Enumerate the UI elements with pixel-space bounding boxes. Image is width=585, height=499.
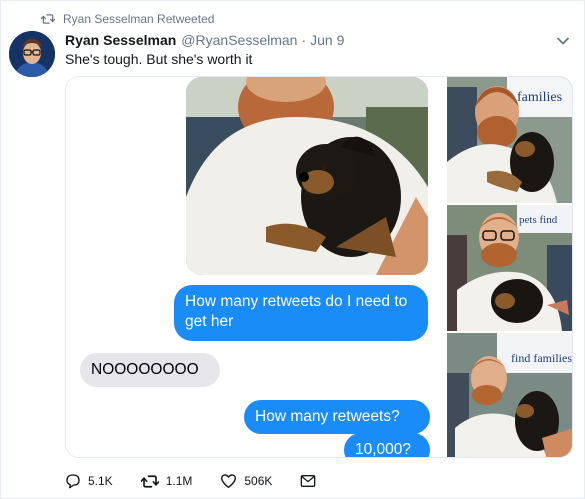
heart-icon bbox=[221, 474, 237, 489]
tweet-date[interactable]: Jun 9 bbox=[310, 32, 344, 48]
chat-bubble-received: NOOOOOOOO bbox=[80, 353, 220, 387]
puppy-photo bbox=[186, 77, 428, 275]
retweet-button[interactable]: 1.1M bbox=[140, 474, 193, 489]
retweet-icon bbox=[41, 14, 55, 24]
envelope-icon bbox=[301, 475, 316, 487]
photo-thumbnails: families pets find find families bbox=[447, 77, 572, 457]
store-sign-text: families bbox=[517, 90, 562, 105]
thumbnail-photo[interactable]: families bbox=[447, 77, 572, 203]
avatar[interactable] bbox=[9, 31, 55, 77]
avatar-image bbox=[9, 31, 55, 77]
imessage-screenshot[interactable]: How many retweets do I need to get her N… bbox=[66, 77, 444, 457]
like-button[interactable]: 506K bbox=[220, 473, 272, 489]
chat-bubble-sent: How many retweets do I need to get her bbox=[174, 285, 428, 341]
author-name[interactable]: Ryan Sesselman bbox=[65, 32, 176, 48]
header-separator: · bbox=[301, 32, 307, 48]
author-handle[interactable]: @RyanSesselman bbox=[181, 32, 297, 48]
chevron-down-icon[interactable] bbox=[556, 34, 570, 48]
direct-message-button[interactable] bbox=[300, 474, 316, 488]
retweet-icon bbox=[140, 474, 159, 488]
reply-button[interactable]: 5.1K bbox=[65, 473, 113, 489]
thumbnail-photo[interactable]: pets find bbox=[447, 205, 572, 331]
tweet-header: Ryan Sesselman @RyanSesselman · Jun 9 bbox=[65, 30, 574, 50]
tweet-text: She's tough. But she's worth it bbox=[65, 51, 253, 67]
tweet-media[interactable]: How many retweets do I need to get her N… bbox=[65, 76, 573, 458]
chat-bubble-sent: How many retweets? bbox=[244, 400, 430, 434]
store-sign-text: pets find bbox=[519, 214, 558, 226]
store-sign-text: find families bbox=[511, 351, 572, 365]
reply-icon bbox=[66, 474, 80, 489]
chat-bubble-sent: 10,000? bbox=[344, 433, 430, 457]
reply-count: 5.1K bbox=[88, 474, 113, 488]
thumbnail-photo[interactable]: find families bbox=[447, 333, 572, 457]
retweet-count: 1.1M bbox=[165, 474, 193, 488]
retweet-banner-text[interactable]: Ryan Sesselman Retweeted bbox=[63, 12, 214, 26]
retweet-banner[interactable]: Ryan Sesselman Retweeted bbox=[41, 11, 214, 27]
tweet-actions: 5.1K 1.1M 506K bbox=[65, 471, 344, 491]
like-count: 506K bbox=[244, 474, 273, 488]
tweet-card[interactable]: Ryan Sesselman Retweeted Ryan Sesselman … bbox=[0, 0, 585, 499]
